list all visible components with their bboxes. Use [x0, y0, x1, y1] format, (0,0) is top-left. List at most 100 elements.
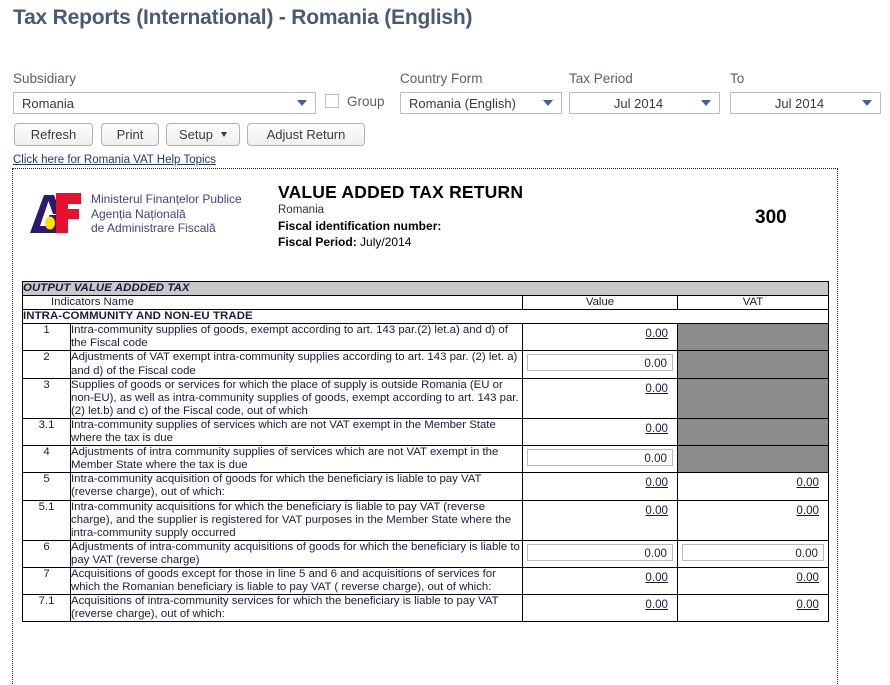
- report-country: Romania: [278, 204, 325, 216]
- page-title: Tax Reports (International) - Romania (E…: [13, 6, 473, 29]
- country-form-select[interactable]: Romania (English): [400, 92, 562, 114]
- vat-cell-link[interactable]: 0.00: [678, 568, 828, 587]
- setup-button[interactable]: Setup: [166, 123, 240, 146]
- table-row: 7 Acquisitions of goods except for those …: [22, 566, 829, 596]
- chevron-down-icon: [699, 93, 713, 113]
- to-label: To: [730, 71, 745, 86]
- country-form-value: Romania (English): [409, 95, 516, 111]
- vat-table-body: OUTPUT VALUE ADDDED TAX Indicators Name …: [22, 280, 829, 623]
- agency-line-2: Agenția Națională: [91, 206, 186, 221]
- row-number: 7.1: [22, 594, 71, 623]
- vat-return-report: Ministerul Finanțelor Publice Agenția Na…: [12, 168, 838, 685]
- row-description: Supplies of goods or services for which …: [70, 377, 523, 419]
- print-button[interactable]: Print: [101, 123, 159, 146]
- value-cell: 0.00: [522, 499, 678, 541]
- value-cell-link[interactable]: 0.00: [523, 379, 677, 398]
- row-description: Acquisitions of goods except for those i…: [70, 566, 523, 596]
- value-cell: 0.00: [522, 594, 678, 623]
- subsidiary-label: Subsidiary: [13, 71, 77, 86]
- column-header-row: Indicators Name Value VAT: [22, 295, 829, 311]
- vat-cell-field[interactable]: 0.00: [682, 543, 824, 561]
- row-number: 7: [22, 566, 71, 596]
- value-cell-link[interactable]: 0.00: [523, 501, 677, 520]
- table-row: 4 Adjustments of intra community supplies…: [22, 445, 829, 474]
- row-number: 3: [22, 377, 71, 419]
- vat-cell: 0.00: [677, 566, 829, 596]
- row-number: 6: [22, 539, 71, 568]
- table-row: 3 Supplies of goods or services for which…: [22, 377, 829, 419]
- table-row: 3.1 Intra-community supplies of services …: [22, 417, 829, 447]
- column-header-vat: VAT: [677, 295, 829, 311]
- agency-line-3: de Administrare Fiscală: [91, 221, 216, 236]
- column-header-indicators: Indicators Name: [22, 295, 523, 311]
- vat-cell-disabled: [677, 417, 829, 447]
- adjust-return-button-label: Adjust Return: [266, 127, 346, 142]
- agency-line-1: Ministerul Finanțelor Publice: [91, 192, 242, 206]
- vat-cell-disabled: [677, 377, 829, 419]
- tax-period-value: Jul 2014: [613, 95, 664, 111]
- value-cell-link[interactable]: 0.00: [523, 568, 677, 587]
- value-cell: 0.00: [522, 539, 678, 568]
- vat-cell-link[interactable]: 0.00: [678, 501, 828, 520]
- table-row: 2 Adjustments of VAT exempt intra-communi…: [22, 350, 829, 379]
- section-title: OUTPUT VALUE ADDDED TAX: [22, 280, 829, 297]
- vat-help-topics-link[interactable]: Click here for Romania VAT Help Topics: [13, 154, 216, 166]
- vat-cell: 0.00: [677, 539, 829, 568]
- value-cell: 0.00: [522, 445, 678, 474]
- vat-cell: 0.00: [677, 594, 829, 623]
- table-row: 5.1 Intra-community acquisitions for whic…: [22, 499, 829, 541]
- row-number: 2: [22, 350, 71, 379]
- value-cell-field[interactable]: 0.00: [527, 543, 673, 561]
- row-description: Adjustments of intra-community acquisiti…: [70, 539, 523, 568]
- vat-cell-link[interactable]: 0.00: [678, 473, 828, 492]
- chevron-down-icon: [295, 93, 309, 113]
- fiscal-period-value: July/2014: [360, 235, 412, 249]
- to-select[interactable]: Jul 2014: [730, 92, 881, 114]
- value-cell: 0.00: [522, 472, 678, 501]
- value-cell: 0.00: [522, 566, 678, 596]
- value-cell-field[interactable]: 0.00: [527, 354, 673, 372]
- column-header-value: Value: [522, 295, 678, 311]
- group-checkbox[interactable]: [325, 94, 339, 108]
- fiscal-period: Fiscal Period: July/2014: [278, 235, 411, 249]
- vat-return-table: OUTPUT VALUE ADDDED TAX Indicators Name …: [22, 280, 829, 623]
- value-cell-link[interactable]: 0.00: [523, 595, 677, 614]
- value-cell-link[interactable]: 0.00: [523, 473, 677, 492]
- value-cell-field[interactable]: 0.00: [527, 449, 673, 467]
- row-number: 5.1: [22, 499, 71, 541]
- group-label: Group: [347, 94, 385, 109]
- tax-period-select[interactable]: Jul 2014: [569, 92, 720, 114]
- vat-cell-link[interactable]: 0.00: [678, 595, 828, 614]
- form-number: 300: [755, 207, 787, 228]
- report-header: Ministerul Finanțelor Publice Agenția Na…: [13, 169, 837, 273]
- value-cell-link[interactable]: 0.00: [523, 324, 677, 343]
- section-header-row: OUTPUT VALUE ADDDED TAX: [22, 280, 829, 297]
- row-description: Adjustments of VAT exempt intra-communit…: [70, 350, 523, 379]
- row-description: Adjustments of intra community supplies …: [70, 445, 523, 474]
- value-cell-link[interactable]: 0.00: [523, 419, 677, 438]
- row-number: 5: [22, 472, 71, 501]
- filter-bar: Subsidiary Romania Group Country Form Ro…: [0, 68, 890, 120]
- vat-cell: 0.00: [677, 499, 829, 541]
- row-description: Intra-community acquisitions for which t…: [70, 499, 523, 541]
- table-row: 7.1 Acquisitions of intra-community servi…: [22, 594, 829, 623]
- chevron-down-icon: [541, 93, 555, 113]
- fiscal-identification-number-label: Fiscal identification number:: [278, 219, 442, 233]
- print-button-label: Print: [116, 127, 144, 142]
- row-number: 3.1: [22, 417, 71, 447]
- row-description: Intra-community acquisition of goods for…: [70, 472, 523, 501]
- subsidiary-value: Romania: [22, 95, 75, 111]
- group-title: INTRA-COMMUNITY AND NON-EU TRADE: [22, 309, 829, 325]
- refresh-button[interactable]: Refresh: [14, 123, 93, 146]
- value-cell: 0.00: [522, 350, 678, 379]
- table-row: 6 Adjustments of intra-community acquisit…: [22, 539, 829, 568]
- table-row: 5 Intra-community acquisition of goods fo…: [22, 472, 829, 501]
- subsidiary-select[interactable]: Romania: [13, 92, 316, 114]
- anaf-logo-icon: [30, 193, 81, 233]
- agency-name: Ministerul Finanțelor Publice Agenția Na…: [91, 192, 242, 236]
- to-value: Jul 2014: [774, 95, 825, 111]
- tax-period-label: Tax Period: [569, 71, 633, 86]
- adjust-return-button[interactable]: Adjust Return: [247, 123, 365, 146]
- vat-cell-disabled: [677, 445, 829, 474]
- vat-cell-disabled: [677, 350, 829, 379]
